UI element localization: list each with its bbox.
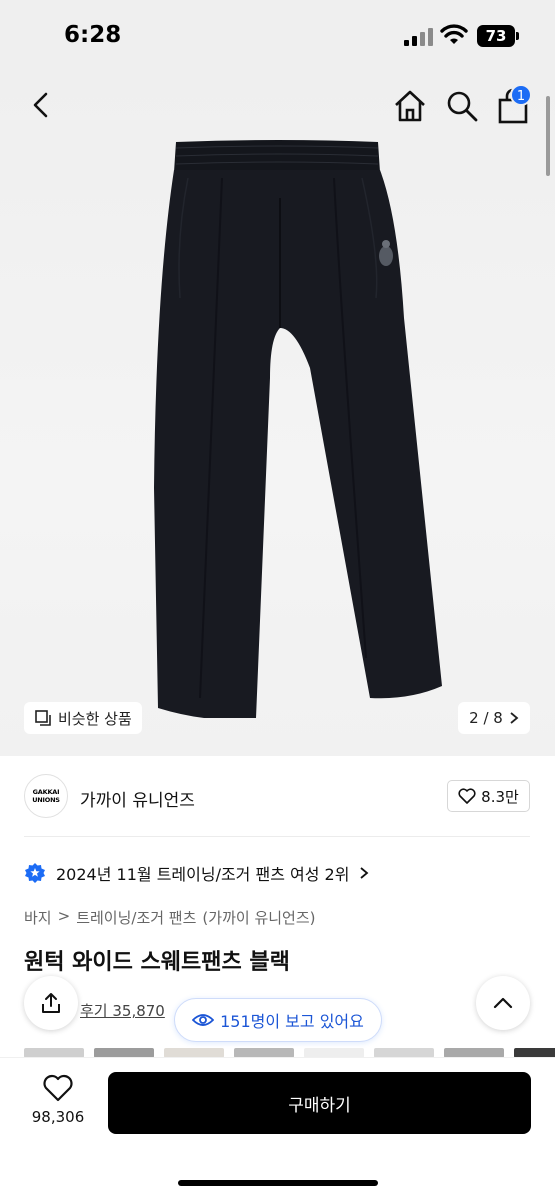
divider — [24, 836, 530, 837]
cart-badge: 1 — [510, 84, 532, 106]
similar-products-label: 비슷한 상품 — [58, 709, 132, 728]
chevron-right-icon — [510, 712, 519, 724]
breadcrumb-category[interactable]: 바지 — [24, 907, 52, 928]
product-gallery[interactable]: 1 비슷한 상품 2 / 8 — [0, 76, 555, 756]
brand-row: GAKKAI UNIONS 가까이 유니언즈 8.3만 — [0, 772, 555, 824]
ranking-link[interactable]: 2024년 11월 트레이닝/조거 팬츠 여성 2위 — [24, 860, 369, 886]
home-button[interactable] — [392, 88, 428, 124]
eye-icon — [192, 1014, 215, 1026]
heart-icon — [458, 788, 476, 804]
search-icon — [447, 91, 478, 122]
review-link[interactable]: 후기 35,870 — [80, 1000, 165, 1021]
share-icon — [42, 993, 60, 1013]
viewers-badge: 151명이 보고 있어요 — [174, 998, 382, 1042]
status-time: 6:28 — [64, 22, 122, 48]
purchase-bar: 98,306 구매하기 — [0, 1058, 555, 1200]
heart-icon — [43, 1074, 73, 1102]
similar-products-button[interactable]: 비슷한 상품 — [24, 702, 142, 734]
wishlist-count: 98,306 — [31, 1108, 85, 1126]
signal-icon — [404, 28, 434, 46]
battery-tip — [516, 32, 519, 40]
wifi-icon — [440, 24, 468, 44]
breadcrumb-separator: > — [57, 907, 71, 925]
home-indicator — [178, 1180, 378, 1186]
review-photo-strip[interactable] — [24, 1048, 555, 1058]
share-button[interactable] — [24, 976, 78, 1030]
breadcrumb-subcategory[interactable]: 트레이닝/조거 팬츠 — [76, 907, 196, 928]
brand-like-count: 8.3만 — [481, 787, 519, 806]
viewers-text: 151명이 보고 있어요 — [220, 1012, 364, 1031]
brand-name[interactable]: 가까이 유니언즈 — [80, 786, 195, 811]
rank-badge-icon — [25, 863, 45, 883]
wishlist-button[interactable]: 98,306 — [24, 1074, 92, 1138]
chevron-up-icon — [493, 997, 513, 1009]
status-bar: 6:28 73 — [0, 0, 555, 76]
ranking-text: 2024년 11월 트레이닝/조거 팬츠 여성 2위 — [56, 865, 350, 884]
similar-icon — [35, 710, 51, 726]
scroll-indicator — [546, 96, 550, 176]
product-title: 원턱 와이드 스웨트팬츠 블랙 — [24, 950, 290, 975]
buy-button[interactable]: 구매하기 — [108, 1072, 531, 1134]
breadcrumb: 바지 > 트레이닝/조거 팬츠 (가까이 유니언즈) — [24, 907, 316, 928]
search-button[interactable] — [444, 88, 480, 124]
breadcrumb-brand[interactable]: (가까이 유니언즈) — [202, 907, 315, 928]
chevron-right-icon — [360, 867, 369, 879]
home-icon — [395, 90, 425, 122]
battery-level: 73 — [477, 25, 515, 47]
brand-logo[interactable]: GAKKAI UNIONS — [24, 774, 68, 818]
scroll-top-button[interactable] — [476, 976, 530, 1030]
gallery-page-indicator: 2 / 8 — [469, 709, 503, 727]
product-image — [154, 140, 442, 718]
brand-like-button[interactable]: 8.3만 — [447, 780, 530, 812]
gallery-page-button[interactable]: 2 / 8 — [458, 702, 530, 734]
back-button[interactable] — [26, 90, 56, 120]
back-icon — [33, 92, 48, 118]
